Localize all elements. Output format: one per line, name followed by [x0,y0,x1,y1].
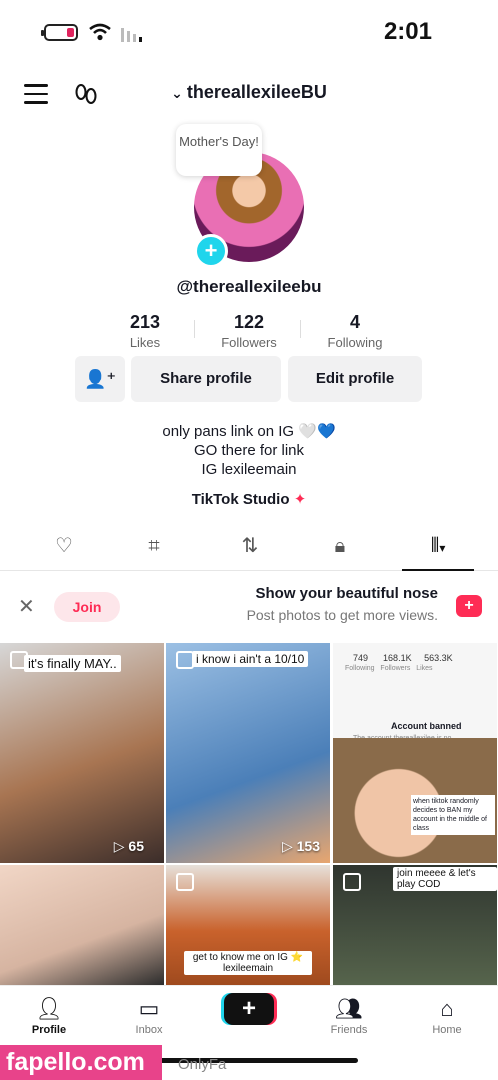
studio-icon: ✦ [293,491,307,508]
watermark: fapello.com [0,1045,162,1080]
profile-tabs: ⦀▾ 🔒︎ ⇅ ⌗ ♡ [0,522,498,571]
inbox-icon: ▭ [138,996,160,1021]
tab-reposts[interactable]: ⇅ [220,522,280,570]
edit-profile-button[interactable]: Edit profile [288,356,422,402]
profile-username-header[interactable]: ⌄ therealle​xileeBU [0,82,498,103]
multi-photo-icon [343,873,361,891]
multi-photo-icon [176,873,194,891]
video-tile[interactable]: 749 168.1K 563.3K Following Followers Li… [333,643,497,863]
divider [194,320,195,338]
share-profile-button[interactable]: Share profile [131,356,281,402]
nav-profile[interactable]: 👤︎ Profile [14,986,84,1036]
repost-icon: ⇅ [241,535,259,557]
banner-title: Show your beautiful nose [255,585,438,602]
bio-line: IG lexileemain [201,461,297,478]
bookmark-icon: ⌗ [148,535,160,557]
video-tile[interactable]: get to know me on IG ⭐ lexileemain [166,865,330,985]
nav-friends[interactable]: 👥︎ Friends [314,986,384,1036]
screenshot-stat-labels: Following Followers Likes [345,665,433,672]
add-person-icon: 👤⁺ [84,369,116,389]
add-friend-button[interactable]: 👤⁺ [75,356,125,402]
stat-followers[interactable]: 122 Followers [204,312,294,350]
add-story-icon[interactable]: + [194,234,228,268]
wifi-icon [89,23,111,41]
home-icon: ⌂ [440,996,454,1021]
tiktok-studio-link[interactable]: TikTok Studio ✦ [0,490,498,508]
tab-private[interactable]: 🔒︎ [310,522,370,570]
close-icon[interactable]: ✕ [18,594,35,619]
video-tile[interactable]: it's finally MAY.. ▷ 65 [0,643,164,863]
view-count: ▷ 153 [281,838,320,854]
clock: 2:01 [383,18,432,45]
stat-following[interactable]: 4 Following [310,312,400,350]
watermark-secondary: OnlyFa [178,1056,227,1073]
nav-home[interactable]: ⌂ Home [412,986,482,1036]
profile-handle: @therealle​xileebu [176,277,322,296]
bio-line: GO there for link [193,442,305,459]
banner-subtitle: Post photos to get more views. [246,607,438,623]
signal-icon [121,28,142,42]
chevron-down-icon: ▾ [439,541,446,555]
lock-icon: 🔒︎ [334,535,346,557]
video-tile[interactable]: join meeee & let's play COD [333,865,497,985]
bio-line: only pans link on IG 🤍💙 [162,423,336,440]
chevron-down-icon: ⌄ [171,85,183,101]
friends-icon: 👥︎ [335,996,363,1021]
tab-videos[interactable]: ⦀▾ [402,522,474,571]
stat-likes[interactable]: 213 Likes [100,312,190,350]
profile-icon: 👤︎ [35,996,63,1021]
video-tile[interactable]: i know i ain't a 10/10 ▷ 153 [166,643,330,863]
view-count: ▷ 65 [113,838,144,854]
join-button[interactable]: Join [54,592,120,622]
tile-caption: when tiktok randomly decides to BAN my a… [411,795,495,835]
heart-off-icon: ♡ [55,535,73,557]
create-button[interactable]: + [224,993,274,1025]
status-bubble[interactable]: Mother's Day! [176,124,262,176]
divider [300,320,301,338]
battery-icon [41,24,78,41]
tab-liked[interactable]: ♡ [34,522,94,570]
home-indicator[interactable] [140,1058,358,1063]
banned-title: Account banned [391,721,462,731]
tab-favorites[interactable]: ⌗ [124,522,184,570]
status-bar: 2:01 [0,0,498,64]
nav-inbox[interactable]: ▭ Inbox [114,986,184,1036]
plus-icon: + [241,995,256,1022]
video-tile[interactable] [0,865,164,985]
screenshot-stats: 749 168.1K 563.3K [353,653,453,663]
add-photo-icon: + [456,595,482,617]
